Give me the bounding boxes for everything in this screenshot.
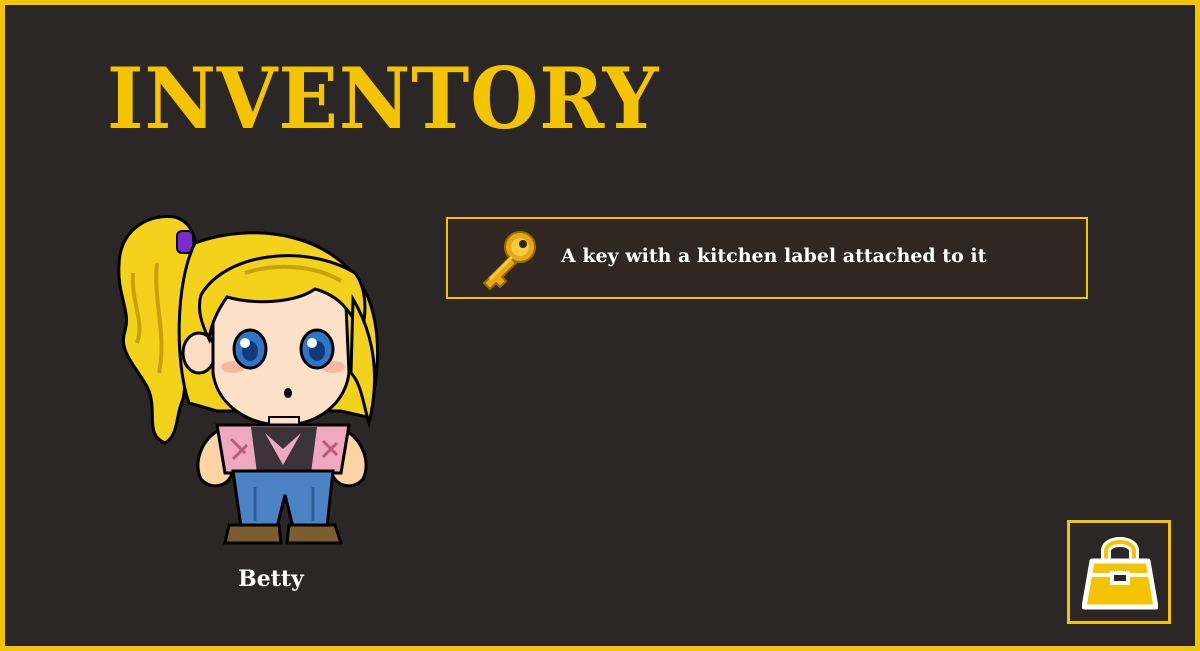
item-description: A key with a kitchen label attached to i… bbox=[561, 245, 987, 267]
inventory-item-slot[interactable]: A key with a kitchen label attached to i… bbox=[446, 217, 1088, 299]
character-sprite bbox=[105, 203, 395, 553]
bag-button[interactable] bbox=[1067, 520, 1171, 624]
bag-icon bbox=[1082, 537, 1158, 610]
gold-key-icon bbox=[476, 227, 542, 293]
inventory-screen: INVENTORY Betty A key with a kitchen lab… bbox=[0, 0, 1200, 651]
character-name: Betty bbox=[238, 566, 304, 592]
inventory-title: INVENTORY bbox=[107, 49, 660, 148]
